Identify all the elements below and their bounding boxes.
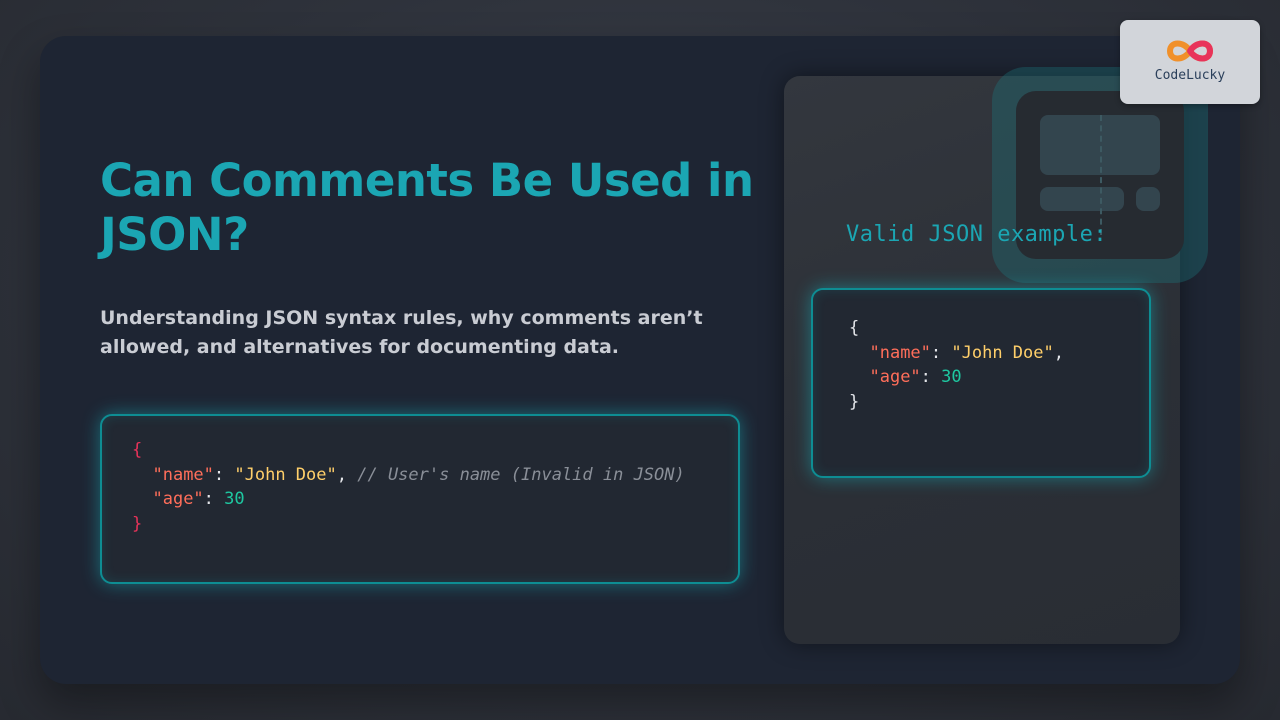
json-value-name: "John Doe" (951, 342, 1054, 363)
json-key-age: "age" (869, 367, 921, 387)
page-title: Can Comments Be Used in JSON? (100, 154, 754, 261)
valid-json-code-block: { "name": "John Doe", "age": 30} (811, 288, 1151, 478)
json-key-name: "name" (152, 464, 214, 485)
json-key-name: "name" (869, 342, 931, 363)
code-line-age: "age": 30 (869, 367, 962, 387)
invalid-json-code-block: { "name": "John Doe", // User's name (In… (100, 414, 740, 584)
code-line-name: "name": "John Doe", // User's name (Inva… (152, 464, 685, 485)
slide-card: Can Comments Be Used in JSON? Understand… (40, 36, 1240, 684)
json-value-age: 30 (224, 489, 245, 509)
json-value-age: 30 (941, 367, 962, 387)
code-line-name: "name": "John Doe", (869, 342, 1064, 363)
page-subtitle: Understanding JSON syntax rules, why com… (100, 307, 703, 358)
code-line-open: { (849, 318, 860, 338)
codelucky-logo[interactable]: CodeLucky (1120, 20, 1260, 104)
code-line-open: { (132, 440, 143, 460)
json-value-name: "John Doe" (234, 464, 337, 485)
code-line-close: } (132, 513, 143, 534)
logo-text: CodeLucky (1154, 68, 1226, 83)
code-line-close: } (849, 391, 860, 412)
json-comment: // User's name (Invalid in JSON) (357, 464, 685, 485)
infinity-logo-icon (1166, 40, 1214, 62)
code-line-age: "age": 30 (152, 489, 245, 509)
valid-example-label: Valid JSON example: (846, 222, 1108, 247)
json-key-age: "age" (152, 489, 204, 509)
